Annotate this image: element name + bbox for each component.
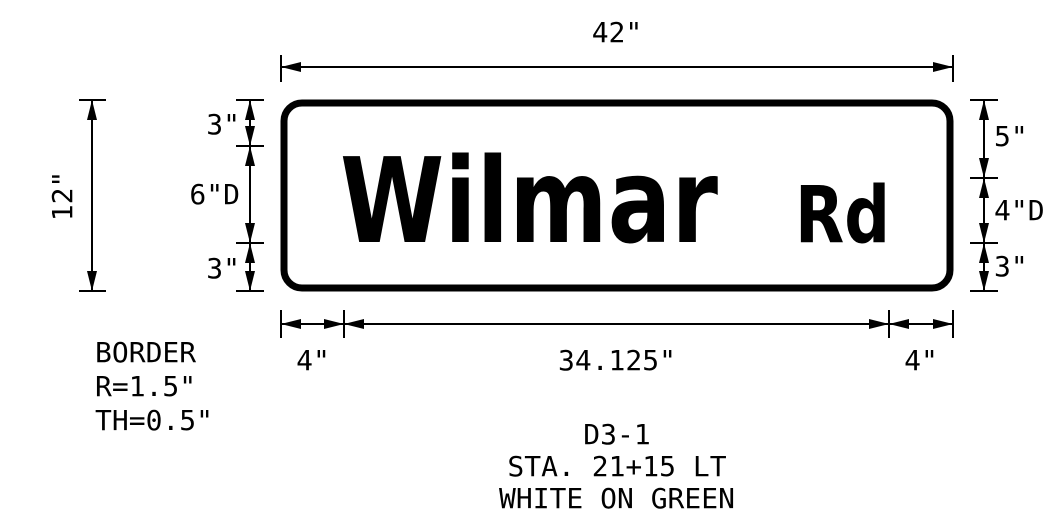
overall-height-dimension (79, 99, 106, 292)
right-bottom-margin-label: 3" (994, 250, 1028, 283)
right-letter-height-label: 4"D (994, 194, 1045, 227)
border-note-radius: R=1.5" (95, 370, 196, 403)
sign-suffix-text: Rd (795, 171, 890, 261)
border-note-title: BORDER (95, 336, 196, 369)
sign-code: D3-1 (583, 418, 650, 451)
left-letter-height-label: 6"D (189, 178, 240, 211)
left-bottom-margin-label: 3" (206, 252, 240, 285)
left-vertical-dimension (236, 99, 264, 292)
sign-main-text: Wilmar (340, 132, 718, 270)
left-top-margin-label: 3" (206, 108, 240, 141)
overall-height-label: 12" (46, 171, 79, 222)
border-note-thickness: TH=0.5" (95, 404, 213, 437)
border-note: BORDER R=1.5" TH=0.5" (95, 336, 213, 437)
right-margin-label: 4" (904, 344, 938, 377)
right-top-margin-label: 5" (994, 120, 1028, 153)
sign-detail-drawing: Wilmar Rd 42" 12" 3" 6"D 3" 5" 4"D 3" 4"… (46, 16, 1045, 515)
sign-colors: WHITE ON GREEN (499, 482, 735, 515)
overall-width-label: 42" (592, 16, 643, 49)
horizontal-chain-dimension (280, 310, 954, 338)
sign-station: STA. 21+15 LT (507, 450, 726, 483)
overall-width-dimension (280, 55, 954, 82)
left-margin-label: 4" (296, 344, 330, 377)
text-width-label: 34.125" (558, 344, 676, 377)
sign-info-block: D3-1 STA. 21+15 LT WHITE ON GREEN (499, 418, 735, 515)
